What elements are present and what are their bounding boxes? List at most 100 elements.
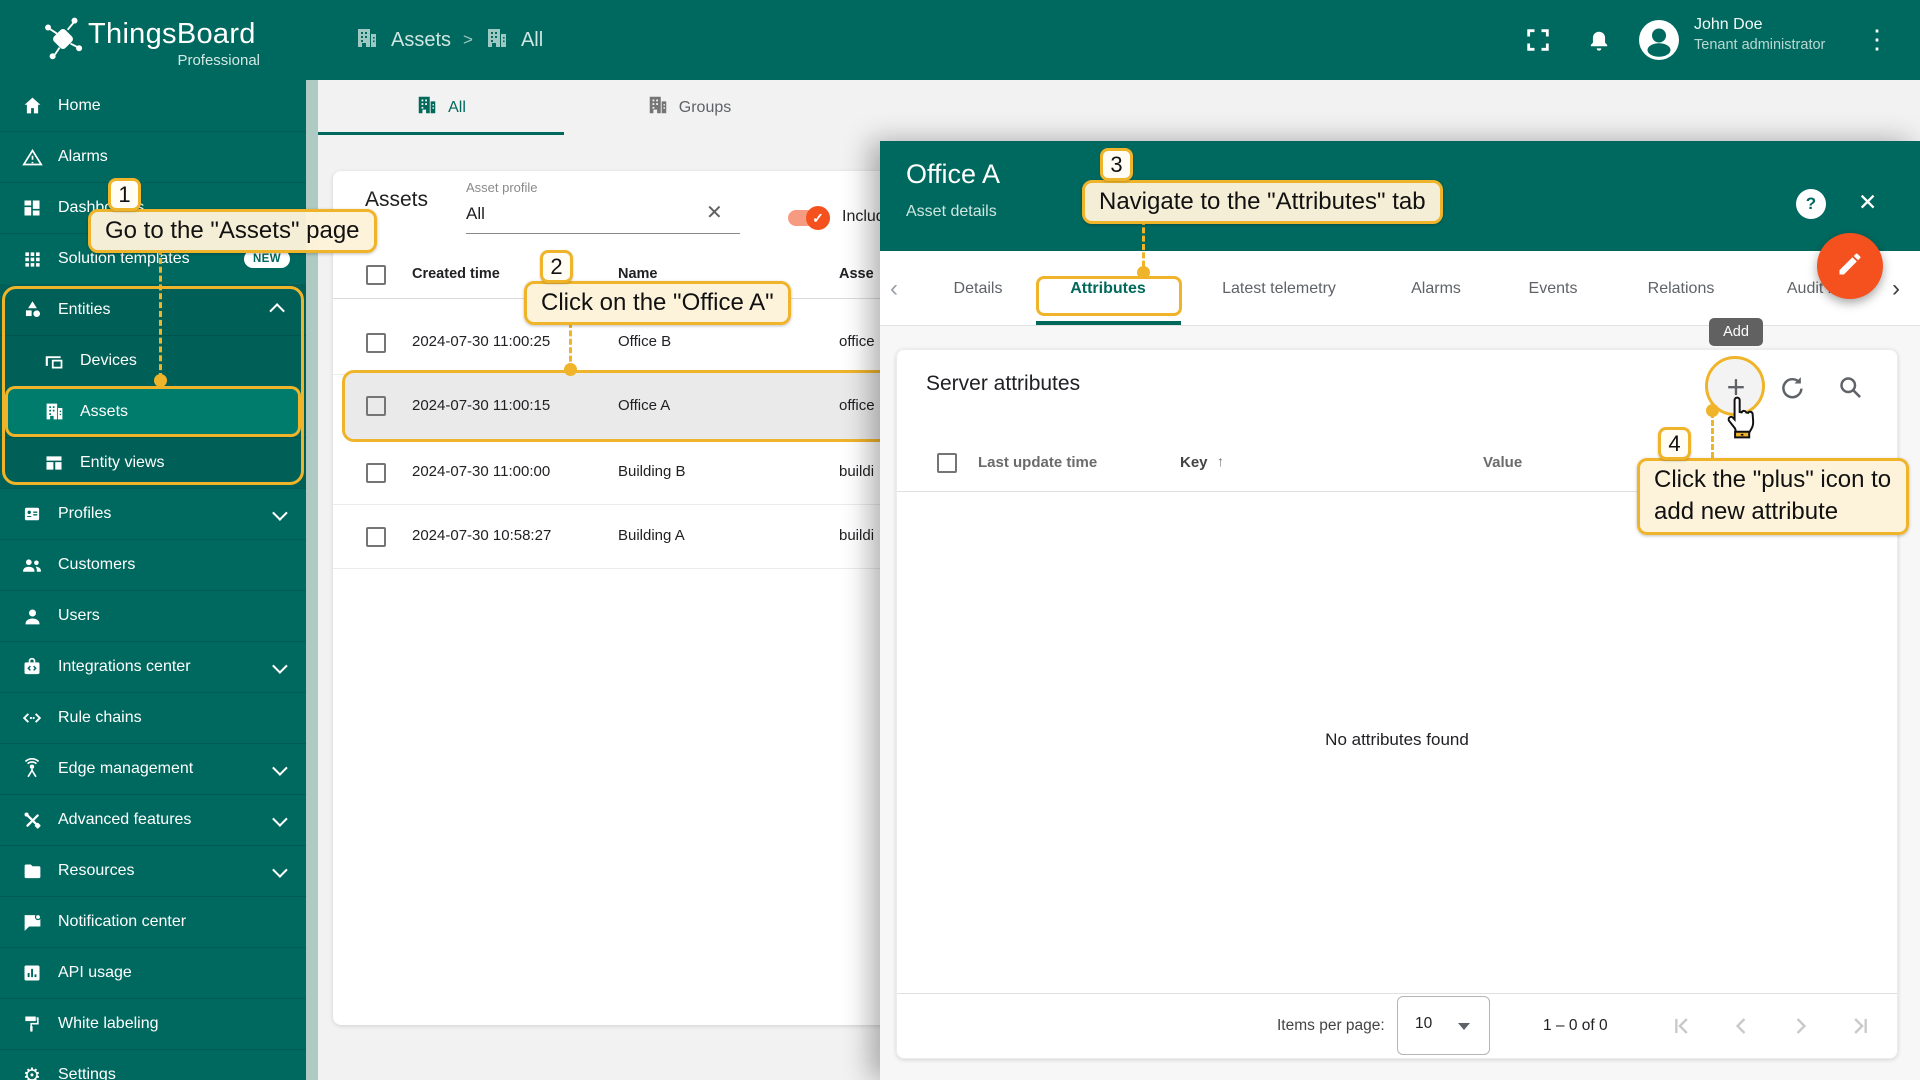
- entities-icon: [20, 298, 44, 322]
- app-root: ThingsBoard Professional Assets > All Jo…: [0, 0, 1920, 1080]
- items-per-page-label: Items per page:: [1277, 1017, 1385, 1034]
- tab-relations[interactable]: Relations: [1648, 251, 1715, 326]
- column-last-update-time[interactable]: Last update time: [978, 454, 1097, 471]
- tabs-scroll-right-icon[interactable]: ›: [1892, 275, 1900, 303]
- brand-name: ThingsBoard: [88, 18, 256, 50]
- breadcrumb-all[interactable]: All: [521, 29, 543, 52]
- row-checkbox[interactable]: [366, 396, 386, 416]
- user-name: John Doe: [1694, 16, 1763, 33]
- sidebar-item-customers[interactable]: Customers: [0, 539, 306, 590]
- tab-details[interactable]: Details: [954, 251, 1003, 326]
- toggle-thumb-check-icon: ✓: [806, 206, 830, 230]
- add-attribute-button[interactable]: +: [1708, 359, 1764, 415]
- help-icon[interactable]: ?: [1796, 189, 1826, 219]
- tab-attributes[interactable]: Attributes: [1070, 251, 1146, 326]
- select-all-checkbox[interactable]: [937, 453, 957, 473]
- column-value[interactable]: Value: [1483, 454, 1522, 471]
- include-toggle[interactable]: ✓: [788, 206, 830, 230]
- select-underline: [466, 233, 740, 234]
- profiles-badge-icon: [20, 502, 44, 526]
- paint-roller-icon: [20, 1012, 44, 1036]
- panel-subtitle: Asset details: [906, 203, 997, 220]
- empty-state-text: No attributes found: [1325, 730, 1469, 749]
- column-created-time[interactable]: Created time: [412, 266, 500, 282]
- next-page-icon[interactable]: [1787, 1012, 1815, 1045]
- chart-icon: [20, 961, 44, 985]
- sidebar-item-solution-templates[interactable]: Solution templates NEW: [0, 233, 306, 284]
- breadcrumb-separator: >: [463, 30, 473, 49]
- sidebar-item-home[interactable]: Home: [0, 80, 306, 131]
- last-page-icon[interactable]: [1847, 1012, 1875, 1045]
- sidebar-item-assets[interactable]: Assets: [5, 386, 301, 437]
- rule-chains-icon: [20, 706, 44, 730]
- refresh-icon[interactable]: [1778, 374, 1805, 406]
- sidebar-nav: Home Alarms Dashboards Solution template…: [0, 80, 306, 1080]
- pagination-range: 1 – 0 of 0: [1543, 1017, 1608, 1034]
- attributes-card: Server attributes + Last update time Key…: [896, 349, 1898, 1059]
- sidebar-item-notification-center[interactable]: Notification center: [0, 896, 306, 947]
- row-checkbox[interactable]: [366, 333, 386, 353]
- home-icon: [20, 94, 44, 118]
- sidebar-item-profiles[interactable]: Profiles: [0, 488, 306, 539]
- column-key[interactable]: Key: [1180, 454, 1208, 471]
- sidebar-item-integrations-center[interactable]: Integrations center: [0, 641, 306, 692]
- avatar[interactable]: [1638, 19, 1680, 66]
- active-tab-underline: [1036, 321, 1181, 325]
- fullscreen-icon[interactable]: [1524, 26, 1552, 59]
- asset-details-panel: Office A Asset details ? ✕ ‹ Details Att…: [880, 141, 1920, 1080]
- tab-groups[interactable]: Groups: [564, 80, 814, 135]
- row-checkbox[interactable]: [366, 527, 386, 547]
- sidebar-item-edge-management[interactable]: Edge management: [0, 743, 306, 794]
- dashboards-icon: [20, 196, 44, 220]
- person-icon: [20, 604, 44, 628]
- devices-icon: [42, 349, 66, 373]
- sidebar-item-users[interactable]: Users: [0, 590, 306, 641]
- previous-page-icon[interactable]: [1727, 1012, 1755, 1045]
- folder-icon: [20, 859, 44, 883]
- chevron-down-icon: [272, 504, 288, 521]
- tab-all[interactable]: All: [318, 80, 564, 135]
- close-icon[interactable]: ✕: [1858, 189, 1877, 216]
- sidebar-item-rule-chains[interactable]: Rule chains: [0, 692, 306, 743]
- sidebar-item-devices[interactable]: Devices: [0, 335, 306, 386]
- row-checkbox[interactable]: [366, 463, 386, 483]
- first-page-icon[interactable]: [1667, 1012, 1695, 1045]
- tabs-scroll-left-icon[interactable]: ‹: [890, 275, 898, 303]
- tab-latest-telemetry[interactable]: Latest telemetry: [1222, 251, 1336, 326]
- apps-grid-icon: [20, 247, 44, 271]
- attributes-title: Server attributes: [926, 372, 1081, 395]
- sidebar-item-entity-views[interactable]: Entity views: [0, 437, 306, 488]
- entities-group: Entities Devices Assets Entity views: [0, 284, 306, 488]
- kebab-menu-icon[interactable]: ⋮: [1864, 24, 1890, 55]
- chevron-up-icon: [269, 303, 285, 319]
- divider: [897, 993, 1897, 994]
- items-per-page-select[interactable]: 10: [1397, 996, 1490, 1055]
- panel-tab-bar: ‹ Details Attributes Latest telemetry Al…: [880, 251, 1920, 326]
- notifications-bell-icon[interactable]: [1585, 25, 1613, 58]
- search-icon[interactable]: [1837, 374, 1864, 406]
- chevron-down-icon: [272, 759, 288, 776]
- sidebar-scrollbar[interactable]: [306, 80, 318, 1080]
- sidebar-item-entities[interactable]: Entities: [0, 284, 306, 335]
- tab-alarms[interactable]: Alarms: [1411, 251, 1461, 326]
- sidebar-item-white-labeling[interactable]: White labeling: [0, 998, 306, 1049]
- select-all-checkbox[interactable]: [366, 265, 386, 285]
- asset-profile-select[interactable]: All: [466, 204, 485, 224]
- column-asset-profile[interactable]: Asse: [839, 266, 884, 282]
- building-icon: [485, 26, 509, 55]
- sidebar-item-advanced-features[interactable]: Advanced features: [0, 794, 306, 845]
- breadcrumb-assets[interactable]: Assets: [391, 29, 451, 52]
- column-name[interactable]: Name: [618, 266, 658, 282]
- tab-events[interactable]: Events: [1529, 251, 1578, 326]
- sort-asc-icon: ↑: [1217, 453, 1224, 469]
- edit-fab-button[interactable]: [1817, 233, 1883, 299]
- sidebar-item-api-usage[interactable]: API usage: [0, 947, 306, 998]
- thingsboard-logo-icon: [40, 14, 86, 69]
- clear-icon[interactable]: ✕: [706, 200, 723, 225]
- user-info[interactable]: John Doe Tenant administrator: [1694, 16, 1825, 53]
- sidebar-item-resources[interactable]: Resources: [0, 845, 306, 896]
- sidebar-item-dashboards[interactable]: Dashboards: [0, 182, 306, 233]
- assets-card-title: Assets: [365, 188, 429, 211]
- sidebar-item-settings[interactable]: ⚙ Settings: [0, 1049, 306, 1080]
- sidebar-item-alarms[interactable]: Alarms: [0, 131, 306, 182]
